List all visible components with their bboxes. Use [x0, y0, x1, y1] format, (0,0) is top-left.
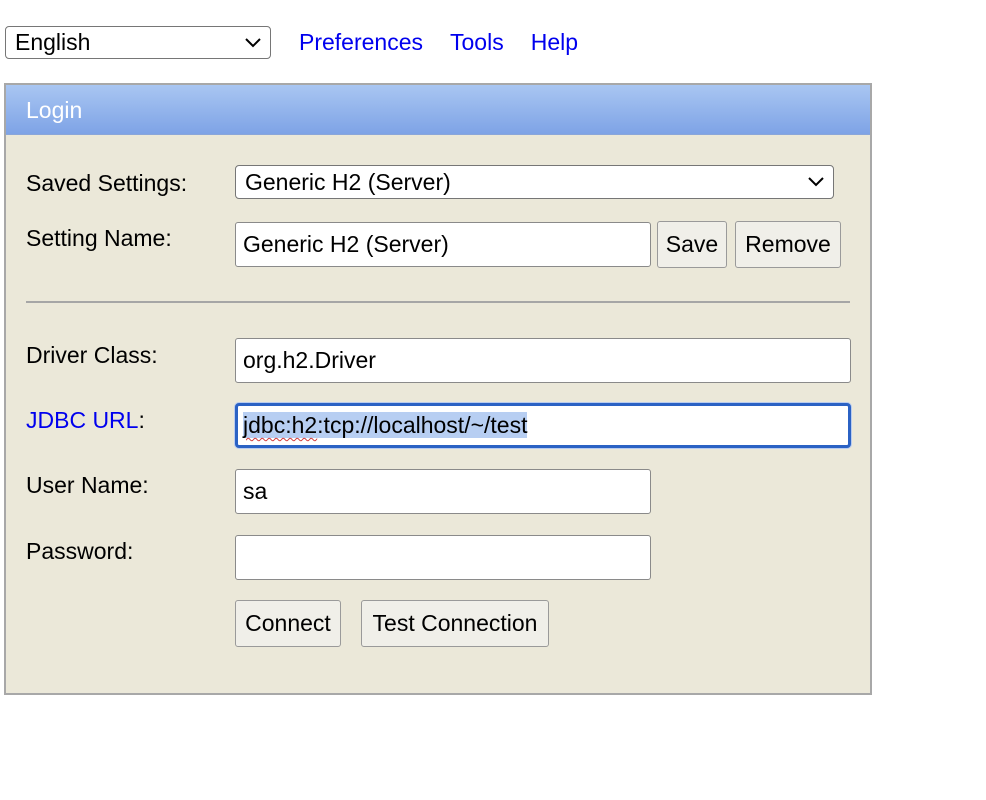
test-connection-button[interactable]: Test Connection [361, 600, 549, 647]
user-name-input[interactable]: sa [235, 469, 651, 514]
saved-settings-select[interactable]: Generic H2 (Server) [235, 165, 834, 199]
login-panel: Login Saved Settings: Generic H2 (Server… [4, 83, 872, 695]
save-button[interactable]: Save [657, 221, 727, 268]
jdbc-url-label: JDBC URL: [26, 407, 145, 434]
language-select[interactable]: English [5, 26, 271, 59]
jdbc-url-input[interactable]: jdbc:h2:tcp://localhost/~/test [235, 403, 851, 448]
section-divider [26, 301, 850, 303]
setting-name-label: Setting Name: [26, 225, 172, 251]
login-panel-header: Login [6, 85, 870, 135]
jdbc-url-selected-text: jdbc:h2:tcp://localhost/~/test [243, 412, 528, 438]
password-input[interactable] [235, 535, 651, 580]
user-name-label: User Name: [26, 472, 149, 498]
jdbc-url-spellcheck-word: jdbc:h2 [243, 412, 318, 438]
password-label: Password: [26, 538, 134, 564]
driver-class-label: Driver Class: [26, 342, 158, 368]
remove-button[interactable]: Remove [735, 221, 841, 268]
chevron-down-icon [245, 37, 261, 47]
saved-settings-value: Generic H2 (Server) [245, 168, 451, 195]
jdbc-url-value-rest: :tcp://localhost/~/test [317, 412, 528, 438]
tools-link[interactable]: Tools [450, 26, 504, 59]
setting-name-input[interactable]: Generic H2 (Server) [235, 222, 651, 267]
saved-settings-label: Saved Settings: [26, 170, 188, 196]
preferences-link[interactable]: Preferences [299, 26, 423, 59]
connect-button[interactable]: Connect [235, 600, 341, 647]
jdbc-url-help-link[interactable]: JDBC URL [26, 407, 138, 433]
language-select-value: English [15, 29, 91, 55]
jdbc-url-colon: : [138, 407, 145, 433]
driver-class-input[interactable]: org.h2.Driver [235, 338, 851, 383]
top-bar: English Preferences Tools Help [5, 26, 578, 59]
help-link[interactable]: Help [531, 26, 578, 59]
chevron-down-icon [808, 177, 824, 187]
